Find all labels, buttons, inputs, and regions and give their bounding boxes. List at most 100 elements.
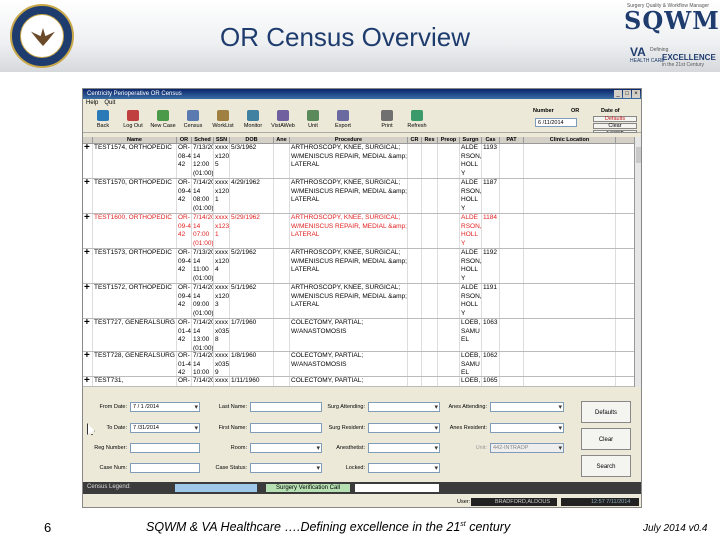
table-cell bbox=[438, 377, 460, 386]
table-cell: ALDE RSON, HOLL Y bbox=[461, 179, 482, 213]
expand-toggle[interactable]: + bbox=[83, 249, 93, 283]
menu-help[interactable]: Help bbox=[86, 99, 98, 107]
room-select[interactable] bbox=[250, 443, 322, 453]
column-header[interactable]: CR bbox=[408, 137, 422, 143]
table-cell bbox=[408, 377, 422, 386]
expand-toggle[interactable]: + bbox=[83, 214, 93, 248]
table-cell bbox=[500, 214, 524, 248]
minimize-icon[interactable]: _ bbox=[614, 90, 622, 98]
table-cell bbox=[524, 144, 616, 178]
to-date-field[interactable]: 7 /31/2014 bbox=[130, 423, 200, 433]
toolbar-log-out-button[interactable]: Log Out bbox=[119, 107, 147, 132]
monitor-icon bbox=[247, 110, 259, 121]
table-cell: 5/3/1962 bbox=[230, 144, 274, 178]
table-cell: 1192 bbox=[482, 249, 500, 283]
case-num-input[interactable] bbox=[130, 463, 200, 473]
clear-mini-button[interactable]: Clear bbox=[593, 123, 637, 129]
column-header[interactable]: Procedure bbox=[290, 137, 408, 143]
refresh-icon bbox=[411, 110, 423, 121]
or-date-header: Number OR Date of 6 /11/2014 Defaults Cl… bbox=[533, 107, 641, 133]
column-header[interactable] bbox=[83, 137, 93, 143]
expand-toggle[interactable]: + bbox=[83, 144, 93, 178]
expand-toggle[interactable]: + bbox=[83, 352, 93, 376]
defaults-mini-button[interactable]: Defaults bbox=[593, 116, 637, 122]
column-header[interactable]: OR bbox=[177, 137, 192, 143]
expand-toggle[interactable]: + bbox=[83, 179, 93, 213]
column-header[interactable]: Surgn bbox=[460, 137, 482, 143]
table-row[interactable]: + TEST1572, ORTHOPEDIC OR- 09-4 42 7/14/20 … bbox=[83, 284, 634, 319]
table-cell bbox=[524, 214, 616, 248]
or-date-select[interactable]: 6 /11/2014 bbox=[535, 118, 577, 127]
toolbar-unit-button[interactable]: Unit bbox=[299, 107, 327, 132]
toolbar-refresh-button[interactable]: Refresh bbox=[403, 107, 431, 132]
toolbar-vistaweb-button[interactable]: VistAWeb bbox=[269, 107, 297, 132]
table-cell: TEST1574, ORTHOPEDIC bbox=[93, 144, 177, 178]
toolbar-print-button[interactable]: Print bbox=[373, 107, 401, 132]
table-cell bbox=[422, 284, 438, 318]
table-cell bbox=[422, 377, 438, 386]
table-cell: COLECTOMY, PARTIAL; bbox=[290, 377, 408, 386]
column-header[interactable]: Preop bbox=[438, 137, 460, 143]
toolbar-monitor-button[interactable]: Monitor bbox=[239, 107, 267, 132]
locked-select[interactable] bbox=[368, 463, 440, 473]
table-row[interactable]: + TEST1573, ORTHOPEDIC OR- 09-4 42 7/13/20 … bbox=[83, 249, 634, 284]
table-cell: xxxx bbox=[215, 377, 230, 386]
toolbar-new-case-button[interactable]: New Case bbox=[149, 107, 177, 132]
toolbar-export-button[interactable]: Export bbox=[329, 107, 357, 132]
toolbar-worklist-button[interactable]: WorkList bbox=[209, 107, 237, 132]
table-cell bbox=[408, 319, 422, 351]
table-cell: 1187 bbox=[482, 179, 500, 213]
close-icon[interactable]: × bbox=[632, 90, 640, 98]
table-row[interactable]: + TEST731, OR- 7/14/20 xxxx 1/11/1960 COLECTOM… bbox=[83, 377, 634, 387]
expand-toggle[interactable]: + bbox=[83, 377, 93, 386]
expand-toggle[interactable]: + bbox=[83, 284, 93, 318]
census-icon bbox=[187, 110, 199, 121]
table-cell: OR- 09-4 42 bbox=[177, 214, 192, 248]
scrollbar-thumb[interactable] bbox=[636, 147, 641, 163]
toolbar-back-button[interactable]: Back bbox=[89, 107, 117, 132]
unit-select[interactable]: 442-INTRAOP bbox=[490, 443, 564, 453]
surg-attending-select[interactable] bbox=[368, 402, 440, 412]
toolbar-census-button[interactable]: Census bbox=[179, 107, 207, 132]
table-cell: xxxx x120 1 bbox=[214, 179, 230, 213]
clear-button[interactable]: Clear bbox=[581, 428, 631, 450]
from-date-field[interactable]: 7 / 1 /2014 bbox=[130, 402, 200, 412]
table-cell: 1193 bbox=[482, 144, 500, 178]
table-row[interactable]: + TEST1574, ORTHOPEDIC OR- 08-4 42 7/13/20 … bbox=[83, 144, 634, 179]
maximize-icon[interactable]: □ bbox=[623, 90, 631, 98]
search-button[interactable]: Search bbox=[581, 455, 631, 477]
menu-quit[interactable]: Quit bbox=[104, 99, 115, 107]
search-mini-button[interactable]: Search bbox=[593, 130, 637, 133]
column-header[interactable]: SSN bbox=[214, 137, 230, 143]
case-status-select[interactable] bbox=[250, 463, 322, 473]
grid-scrollbar[interactable] bbox=[634, 137, 641, 387]
surg-resident-select[interactable] bbox=[368, 423, 440, 433]
table-cell: 1065 bbox=[482, 377, 500, 386]
table-cell: 1/8/1960 bbox=[230, 352, 274, 376]
table-cell: TEST1600, ORTHOPEDIC bbox=[93, 214, 177, 248]
anesthetist-select[interactable] bbox=[368, 443, 440, 453]
table-row[interactable]: + TEST1600, ORTHOPEDIC OR- 09-4 42 7/14/20 … bbox=[83, 214, 634, 249]
expand-toggle[interactable]: + bbox=[83, 319, 93, 351]
anes-attending-select[interactable] bbox=[490, 402, 564, 412]
reg-number-input[interactable] bbox=[130, 443, 200, 453]
last-name-input[interactable] bbox=[250, 402, 322, 412]
table-cell: 5/1/1962 bbox=[230, 284, 274, 318]
first-name-input[interactable] bbox=[250, 423, 322, 433]
table-row[interactable]: + TEST728, GENERALSURG OR- 01-4 42 7/14/20 … bbox=[83, 352, 634, 377]
table-cell: TEST1570, ORTHOPEDIC bbox=[93, 179, 177, 213]
column-header[interactable]: PAT bbox=[500, 137, 524, 143]
column-header[interactable]: Res bbox=[422, 137, 438, 143]
column-header[interactable]: Clinic Location bbox=[524, 137, 616, 143]
column-header[interactable]: Sched bbox=[192, 137, 214, 143]
table-row[interactable]: + TEST727, GENERALSURG OR- 01-4 42 7/14/20 … bbox=[83, 319, 634, 352]
unit-icon bbox=[307, 110, 319, 121]
defaults-button[interactable]: Defaults bbox=[581, 401, 631, 423]
table-row[interactable]: + TEST1570, ORTHOPEDIC OR- 09-4 42 7/14/20 … bbox=[83, 179, 634, 214]
footer-date: July 2014 v0.4 bbox=[643, 523, 708, 534]
column-header[interactable]: Ane bbox=[274, 137, 290, 143]
column-header[interactable]: DOB bbox=[230, 137, 274, 143]
anes-resident-select[interactable] bbox=[490, 423, 564, 433]
column-header[interactable]: Cas bbox=[482, 137, 500, 143]
column-header[interactable]: Name bbox=[93, 137, 177, 143]
